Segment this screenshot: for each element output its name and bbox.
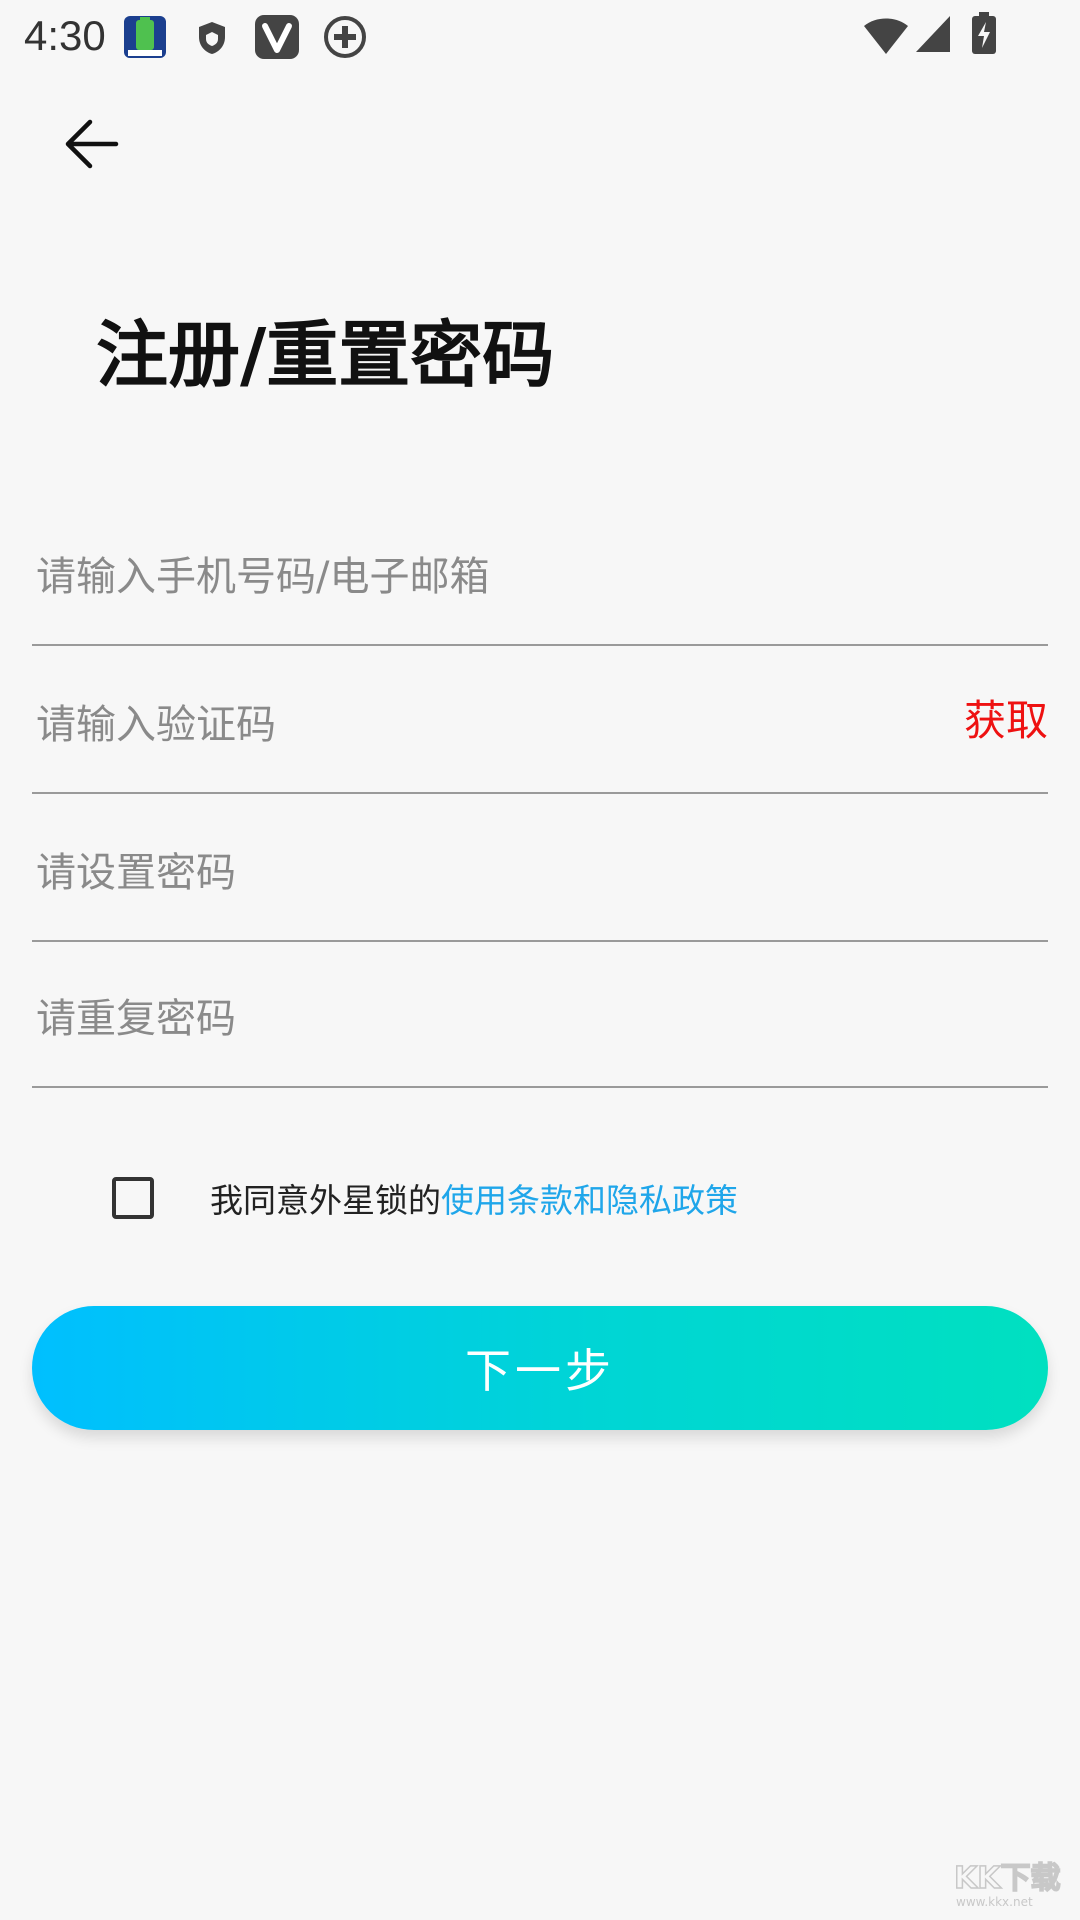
battery-charging-icon (970, 12, 998, 60)
signal-icon (914, 14, 952, 58)
code-field: 获取 (32, 672, 1048, 794)
next-step-button[interactable]: 下一步 (32, 1306, 1048, 1430)
svg-text:KK下载: KK下载 (954, 1861, 1061, 1896)
code-input[interactable] (34, 694, 938, 756)
status-bar: 4:30 (0, 0, 1080, 72)
agreement-text: 我同意外星锁的 (210, 1181, 441, 1220)
status-time: 4:30 (24, 12, 106, 59)
arrow-left-icon (65, 119, 119, 169)
account-field (32, 524, 1048, 646)
password-input[interactable] (34, 842, 938, 904)
repeat-password-field (32, 966, 1048, 1088)
back-button[interactable] (56, 108, 128, 180)
app-notification-icon (122, 14, 168, 64)
account-input[interactable] (34, 546, 938, 608)
get-code-button[interactable]: 获取 (964, 687, 1048, 748)
v-app-icon (254, 14, 300, 64)
kk-watermark-logo: KK下载 www.kkx.net (950, 1852, 1070, 1912)
repeat-password-input[interactable] (34, 988, 938, 1050)
agree-checkbox[interactable] (112, 1177, 154, 1219)
svg-text:www.kkx.net: www.kkx.net (956, 1895, 1033, 1909)
wifi-icon (862, 16, 910, 60)
page-title: 注册/重置密码 (96, 313, 555, 397)
agreement-row: 我同意外星锁的 使用条款和隐私政策 (112, 1172, 738, 1224)
add-circle-icon (322, 14, 368, 64)
shield-icon (196, 20, 228, 60)
password-field (32, 820, 1048, 942)
terms-privacy-link[interactable]: 使用条款和隐私政策 (441, 1174, 738, 1222)
